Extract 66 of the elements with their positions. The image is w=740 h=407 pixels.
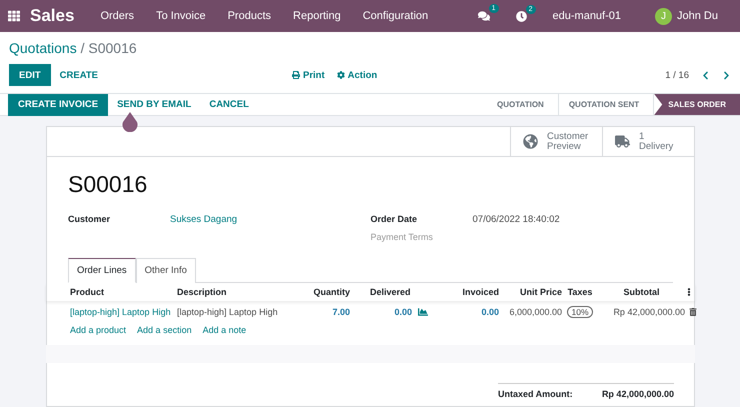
order-title: S00016 — [68, 171, 148, 198]
globe-icon — [523, 134, 538, 149]
column-header[interactable]: Delivered — [350, 287, 428, 297]
table-cell-text: [laptop-high] Laptop High — [177, 307, 279, 317]
more-options-icon[interactable] — [685, 288, 693, 296]
menu-item[interactable]: Products — [228, 10, 272, 22]
column-header[interactable]: Invoiced — [428, 287, 499, 297]
action-button[interactable]: CANCEL — [200, 94, 258, 116]
product-link[interactable]: [laptop-high] Laptop High — [70, 307, 177, 317]
add-line-link[interactable]: Add a section — [137, 325, 192, 343]
trash-icon[interactable] — [689, 308, 697, 316]
field-label: Payment Terms — [370, 232, 434, 242]
primary-button[interactable]: CREATE INVOICE — [8, 94, 108, 116]
table-cell-text: 0.00 — [480, 307, 499, 317]
action-button[interactable]: CREATE — [50, 64, 107, 86]
app-name: Sales — [30, 6, 74, 26]
total-label: Untaxed Amount: — [498, 389, 573, 399]
table-cell: 0.00 — [394, 307, 412, 317]
add-line-link[interactable]: Add a note — [202, 325, 246, 343]
breadcrumb-current: S00016 — [88, 40, 137, 56]
table-cell-text: Rp 42,000,000.00 — [612, 307, 685, 317]
column-header[interactable]: Subtotal — [598, 287, 685, 297]
chart-icon[interactable] — [418, 307, 428, 317]
tab[interactable]: Other Info — [136, 258, 196, 283]
customer-link[interactable]: Sukses Dagang — [170, 214, 370, 225]
field-value: 07/06/2022 18:40:02 — [472, 214, 561, 225]
stage-step[interactable]: QUOTATION — [487, 94, 559, 115]
pointer-marker-icon — [122, 112, 138, 132]
print-button[interactable]: Print — [292, 70, 325, 80]
menu-item[interactable]: Reporting — [293, 10, 341, 22]
menu-item[interactable]: To Invoice — [156, 10, 206, 22]
next-icon[interactable] — [722, 70, 731, 80]
company-name[interactable]: edu-manuf-01 — [552, 10, 622, 22]
smart-button[interactable]: 1 Delivery — [602, 127, 694, 156]
breadcrumb-separator: / — [80, 40, 84, 56]
field-label: Customer — [68, 214, 112, 224]
add-line-link[interactable]: Add a product — [70, 325, 126, 343]
breadcrumb-link[interactable]: Quotations — [9, 40, 77, 56]
tax-tag: 10% — [567, 306, 592, 318]
primary-button[interactable]: EDIT — [9, 64, 51, 86]
clock-icon[interactable] — [516, 10, 527, 22]
column-header[interactable]: Product — [70, 287, 177, 297]
field-label: Order Date — [370, 214, 418, 224]
table-cell-text: 6,000,000.00 — [508, 307, 562, 317]
chat-icon[interactable] — [478, 10, 490, 22]
action-menu[interactable]: Action — [336, 70, 378, 80]
gear-icon — [336, 71, 345, 79]
table-cell-text: 7.00 — [331, 307, 350, 317]
printer-icon — [292, 71, 300, 79]
column-header[interactable]: Taxes — [562, 287, 598, 297]
tab[interactable]: Order Lines — [68, 258, 136, 283]
previous-icon[interactable] — [701, 70, 710, 80]
column-header[interactable]: Unit Price — [499, 287, 562, 297]
column-header[interactable]: Quantity — [293, 287, 350, 297]
column-header[interactable]: Description — [177, 287, 293, 297]
smart-button[interactable]: Customer Preview — [510, 127, 602, 156]
total-value: Rp 42,000,000.00 — [602, 389, 674, 399]
menu-item[interactable]: Configuration — [362, 10, 428, 22]
action-button[interactable]: SEND BY EMAIL — [108, 94, 200, 116]
truck-icon — [615, 134, 630, 149]
stage-step[interactable]: SALES ORDER — [654, 94, 740, 115]
user-name[interactable]: John Du — [677, 10, 718, 22]
menu-item[interactable]: Orders — [100, 10, 134, 22]
apps-menu-icon[interactable] — [8, 10, 20, 22]
stage-step[interactable]: QUOTATION SENT — [558, 94, 654, 115]
pager-value: 1 / 16 — [665, 70, 689, 80]
